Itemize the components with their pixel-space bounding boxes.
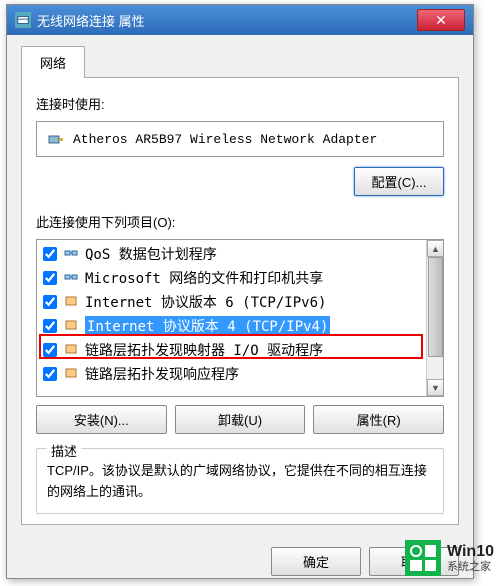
close-button[interactable]: ✕ — [417, 9, 465, 31]
description-text: TCP/IP。该协议是默认的广域网络协议，它提供在不同的相互连接的网络上的通讯。 — [47, 461, 433, 503]
item-label: Microsoft 网络的文件和打印机共享 — [85, 268, 323, 288]
titlebar[interactable]: 无线网络连接 属性 ✕ — [7, 5, 473, 35]
watermark-text: Win10 系统之家 — [447, 543, 494, 573]
item-label: Internet 协议版本 4 (TCP/IPv4) — [85, 316, 330, 336]
item-checkbox[interactable] — [43, 271, 57, 285]
tab-panel: 连接时使用: Atheros AR5B97 Wireless Network A… — [21, 78, 459, 525]
item-checkbox[interactable] — [43, 295, 57, 309]
adapter-name: Atheros AR5B97 Wireless Network Adapter — [73, 132, 377, 147]
item-label: Internet 协议版本 6 (TCP/IPv6) — [85, 292, 326, 312]
connection-items-list: QoS 数据包计划程序 Microsoft 网络的文件和打印机共享 Intern… — [36, 239, 444, 397]
window-icon — [15, 12, 31, 28]
adapter-box[interactable]: Atheros AR5B97 Wireless Network Adapter — [36, 121, 444, 157]
protocol-icon — [63, 342, 79, 358]
watermark-line1: Win10 — [447, 543, 494, 561]
list-item-selected[interactable]: Internet 协议版本 4 (TCP/IPv4) — [37, 314, 443, 338]
content-area: 网络 连接时使用: Atheros AR5B97 Wireless Networ… — [7, 35, 473, 578]
tab-network[interactable]: 网络 — [21, 46, 85, 78]
scroll-thumb[interactable] — [428, 257, 443, 357]
list-item[interactable]: Microsoft 网络的文件和打印机共享 — [37, 266, 443, 290]
scrollbar[interactable]: ▲ ▼ — [426, 240, 443, 396]
ok-button[interactable]: 确定 — [271, 547, 361, 576]
configure-button[interactable]: 配置(C)... — [354, 167, 444, 196]
list-item[interactable]: 链路层拓扑发现映射器 I/O 驱动程序 — [37, 338, 443, 362]
service-icon — [63, 270, 79, 286]
list-item[interactable]: QoS 数据包计划程序 — [37, 242, 443, 266]
item-checkbox[interactable] — [43, 247, 57, 261]
item-label: 链路层拓扑发现映射器 I/O 驱动程序 — [85, 340, 323, 360]
watermark-logo-icon — [405, 540, 441, 576]
item-label: 链路层拓扑发现响应程序 — [85, 364, 239, 384]
item-label: QoS 数据包计划程序 — [85, 244, 217, 264]
watermark: Win10 系统之家 — [405, 540, 494, 576]
watermark-line2: 系统之家 — [447, 561, 494, 573]
tab-bar: 网络 — [21, 45, 459, 78]
protocol-icon — [63, 294, 79, 310]
list-item[interactable]: 链路层拓扑发现响应程序 — [37, 362, 443, 386]
scroll-up-arrow[interactable]: ▲ — [427, 240, 444, 257]
uninstall-button[interactable]: 卸载(U) — [175, 405, 306, 434]
window-title: 无线网络连接 属性 — [37, 11, 417, 30]
description-group: 描述 TCP/IP。该协议是默认的广域网络协议，它提供在不同的相互连接的网络上的… — [36, 448, 444, 514]
connect-using-label: 连接时使用: — [36, 94, 444, 113]
protocol-icon — [63, 366, 79, 382]
install-button[interactable]: 安装(N)... — [36, 405, 167, 434]
item-checkbox[interactable] — [43, 343, 57, 357]
adapter-icon — [47, 130, 65, 148]
list-item[interactable]: Internet 协议版本 6 (TCP/IPv6) — [37, 290, 443, 314]
description-legend: 描述 — [47, 441, 81, 460]
item-checkbox[interactable] — [43, 367, 57, 381]
service-icon — [63, 246, 79, 262]
properties-dialog: 无线网络连接 属性 ✕ 网络 连接时使用: Atheros AR5B97 Wir… — [6, 4, 474, 579]
item-checkbox[interactable] — [43, 319, 57, 333]
items-label: 此连接使用下列项目(O): — [36, 212, 444, 231]
protocol-icon — [63, 318, 79, 334]
properties-button[interactable]: 属性(R) — [313, 405, 444, 434]
scroll-down-arrow[interactable]: ▼ — [427, 379, 444, 396]
